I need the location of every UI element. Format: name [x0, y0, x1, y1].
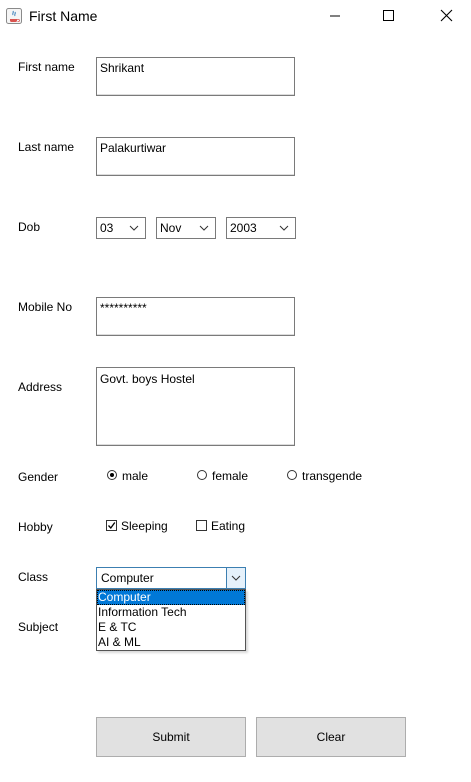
hobby-label: Hobby — [18, 520, 53, 534]
dob-month-value: Nov — [160, 221, 182, 235]
title-bar: First Name — [0, 0, 471, 32]
radio-circle — [287, 470, 297, 480]
address-label: Address — [18, 380, 63, 394]
class-select[interactable]: Computer — [96, 567, 246, 589]
class-option-ai-ml[interactable]: AI & ML — [97, 635, 245, 650]
hobby-sleeping-label: Sleeping — [121, 519, 168, 533]
dob-year-value: 2003 — [230, 221, 257, 235]
submit-button[interactable]: Submit — [96, 717, 246, 757]
last-name-label: Last name — [18, 140, 75, 154]
radio-circle — [107, 470, 117, 480]
gender-label: Gender — [18, 470, 59, 484]
maximize-button[interactable] — [365, 0, 411, 32]
class-option-information-tech[interactable]: Information Tech — [97, 605, 245, 620]
hobby-eating-label: Eating — [211, 519, 246, 533]
chevron-down-icon — [199, 225, 209, 231]
check-icon — [108, 522, 116, 530]
close-button[interactable] — [422, 0, 468, 32]
java-icon — [6, 8, 22, 24]
window-title: First Name — [29, 8, 98, 24]
first-name-value: Shrikant — [100, 61, 145, 75]
dob-day-select[interactable]: 03 — [96, 217, 146, 239]
radio-circle — [197, 470, 207, 480]
class-option-computer[interactable]: Computer — [97, 590, 245, 605]
checkbox-box — [106, 520, 117, 531]
chevron-down-icon — [129, 225, 139, 231]
dob-year-select[interactable]: 2003 — [226, 217, 296, 239]
first-name-label: First name — [18, 60, 75, 74]
last-name-field[interactable]: Palakurtiwar — [96, 137, 295, 176]
chevron-down-icon — [231, 575, 241, 581]
class-dropdown-button[interactable] — [226, 568, 245, 588]
chevron-down-icon — [279, 225, 289, 231]
dob-label: Dob — [18, 220, 41, 234]
address-field[interactable]: Govt. boys Hostel — [96, 367, 295, 446]
subject-label: Subject — [18, 620, 59, 634]
close-icon — [440, 9, 453, 22]
gender-transgender-radio[interactable]: transgende — [287, 469, 365, 485]
maximize-icon — [383, 10, 394, 21]
gender-male-label: male — [122, 469, 149, 483]
class-dropdown-list: Computer Information Tech E & TC AI & ML — [96, 589, 246, 651]
dob-month-select[interactable]: Nov — [156, 217, 216, 239]
class-option-e-tc[interactable]: E & TC — [97, 620, 245, 635]
mobile-label: Mobile No — [18, 300, 73, 314]
class-value: Computer — [101, 571, 154, 585]
address-value: Govt. boys Hostel — [100, 372, 195, 386]
class-label: Class — [18, 570, 49, 584]
gender-female-label: female — [212, 469, 249, 483]
mobile-field[interactable]: ********** — [96, 297, 295, 336]
gender-transgender-label: transgende — [302, 469, 363, 483]
minimize-icon — [330, 15, 340, 17]
dob-day-value: 03 — [100, 221, 114, 235]
clear-button[interactable]: Clear — [256, 717, 406, 757]
first-name-field[interactable]: Shrikant — [96, 57, 295, 96]
checkbox-box — [196, 520, 207, 531]
mobile-value: ********** — [100, 301, 147, 315]
last-name-value: Palakurtiwar — [100, 141, 167, 155]
minimize-button[interactable] — [312, 0, 358, 32]
